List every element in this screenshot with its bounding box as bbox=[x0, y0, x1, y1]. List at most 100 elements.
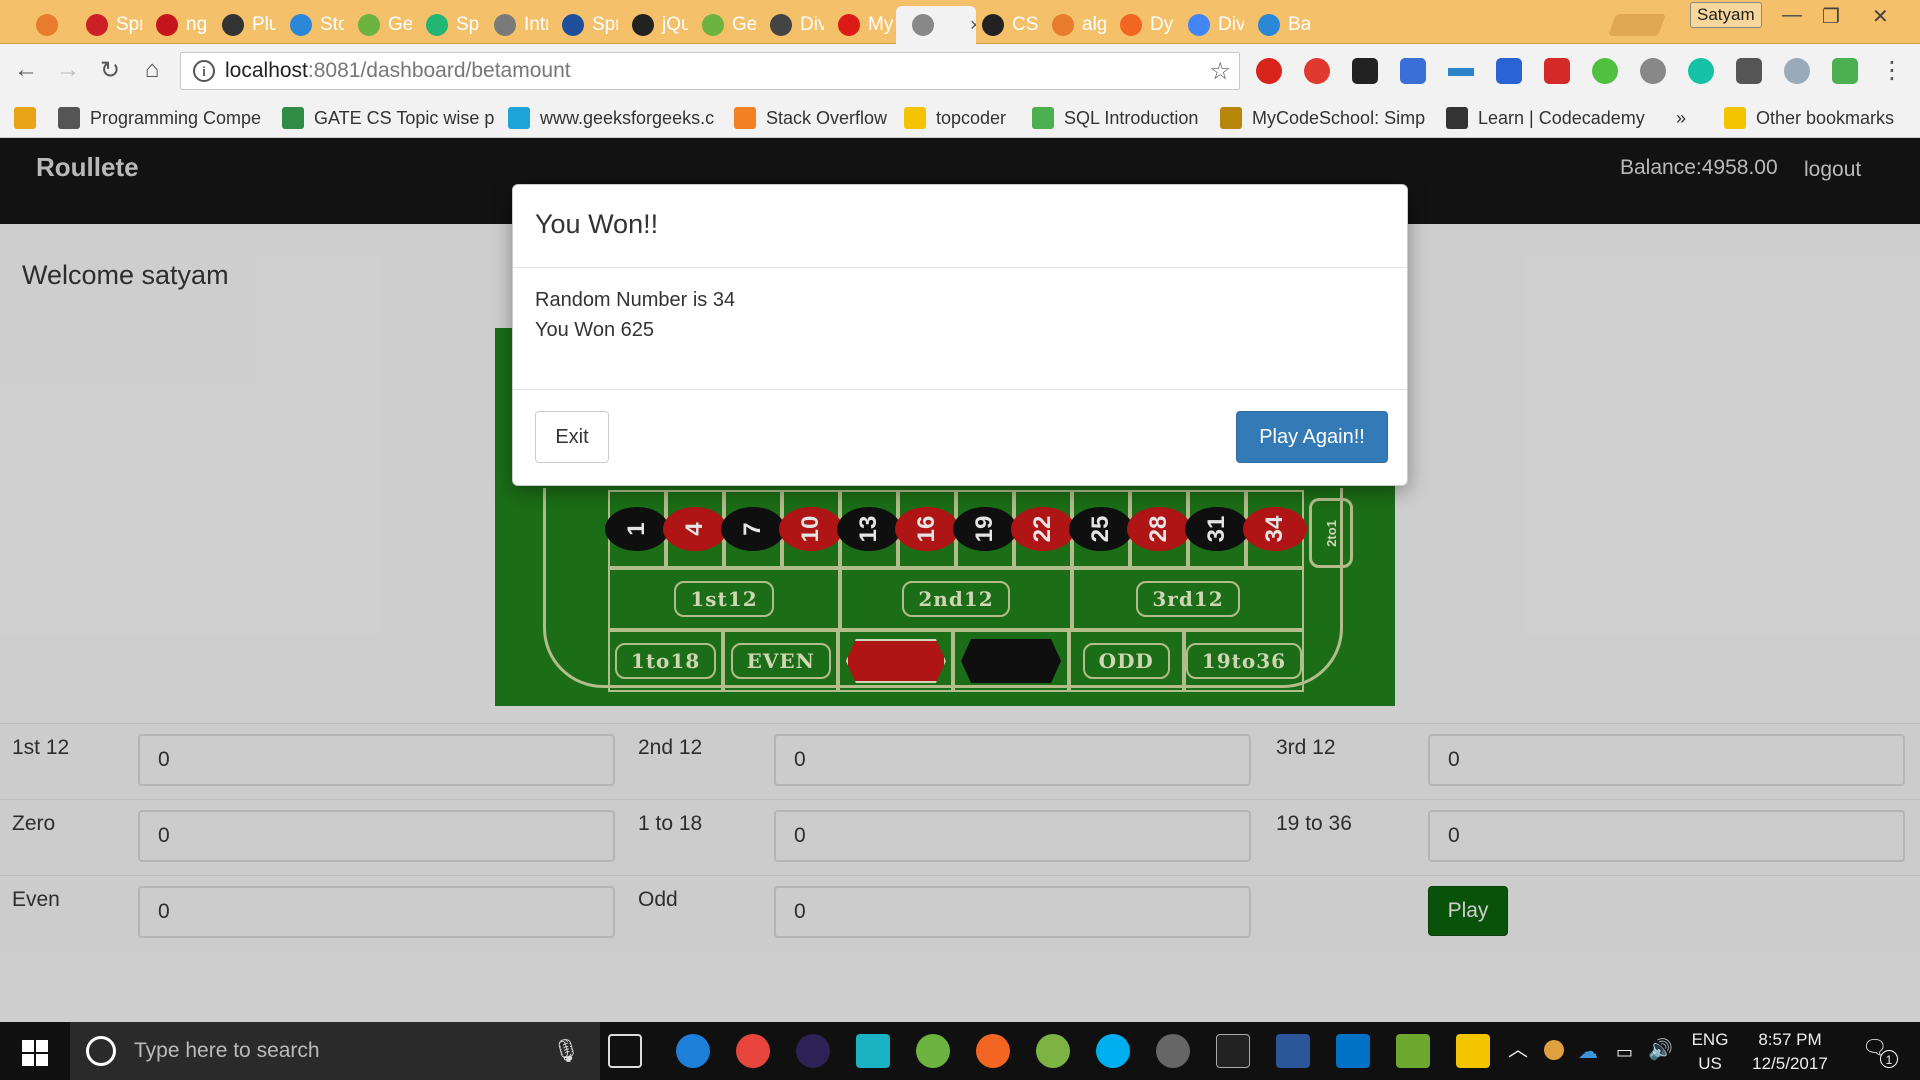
restore-icon[interactable]: ❐ bbox=[1822, 4, 1840, 29]
volume-icon[interactable]: 🔊 bbox=[1648, 1038, 1673, 1062]
n-icon bbox=[156, 14, 178, 36]
play-again-button[interactable]: Play Again!! bbox=[1236, 411, 1388, 463]
bookmark-star-icon[interactable]: ☆ bbox=[1209, 57, 1231, 86]
spring-icon[interactable] bbox=[916, 1034, 950, 1068]
menu-icon[interactable]: ⋮ bbox=[1880, 56, 1904, 85]
w-icon[interactable] bbox=[1592, 58, 1618, 84]
fire-icon bbox=[1120, 14, 1142, 36]
tab-1[interactable]: Spr bbox=[70, 6, 142, 44]
bookmark-1[interactable]: Programming Compe bbox=[58, 104, 261, 132]
outlook-icon[interactable] bbox=[1336, 1034, 1370, 1068]
task-view-icon[interactable] bbox=[608, 1034, 642, 1068]
extension-icon[interactable] bbox=[1352, 58, 1378, 84]
exit-button[interactable]: Exit bbox=[535, 411, 609, 463]
postman-icon[interactable] bbox=[976, 1034, 1010, 1068]
url-text[interactable]: localhost:8081/dashboard/betamount bbox=[225, 59, 571, 83]
clock[interactable]: 8:57 PM 12/5/2017 bbox=[1740, 1028, 1840, 1076]
tab-8[interactable]: Spr bbox=[546, 6, 618, 44]
bookmark-7[interactable]: MyCodeSchool: Simp bbox=[1220, 104, 1425, 132]
address-bar[interactable]: i localhost:8081/dashboard/betamount ☆ bbox=[180, 52, 1240, 90]
bookmark-label: topcoder bbox=[936, 107, 1007, 128]
edge-icon[interactable] bbox=[676, 1034, 710, 1068]
eclipse-icon[interactable] bbox=[796, 1034, 830, 1068]
tab-10[interactable]: Get bbox=[686, 6, 756, 44]
language-indicator[interactable]: ENG US bbox=[1688, 1028, 1732, 1076]
file-explorer-icon[interactable] bbox=[1456, 1034, 1490, 1068]
bookmark-4[interactable]: Stack Overflow bbox=[734, 104, 887, 132]
info-icon[interactable]: i bbox=[193, 60, 215, 82]
tab-15[interactable]: alg bbox=[1036, 6, 1106, 44]
command-icon bbox=[282, 107, 304, 129]
browser-toolbar: ← → ↻ ⌂ i localhost:8081/dashboard/betam… bbox=[0, 44, 1920, 98]
tab-16[interactable]: Dyn bbox=[1104, 6, 1174, 44]
m-icon[interactable] bbox=[1688, 58, 1714, 84]
tab-2[interactable]: ng2 bbox=[140, 6, 208, 44]
windows-start-icon[interactable] bbox=[22, 1040, 48, 1066]
home-icon[interactable]: ⌂ bbox=[136, 54, 168, 86]
tab-9[interactable]: jQu bbox=[616, 6, 688, 44]
wordpress-icon bbox=[290, 14, 312, 36]
reload-icon[interactable]: ↻ bbox=[94, 54, 126, 86]
adblock-icon[interactable] bbox=[1256, 58, 1282, 84]
terminal-icon[interactable] bbox=[1216, 1034, 1250, 1068]
tab-0[interactable] bbox=[20, 6, 72, 44]
forward-icon[interactable]: → bbox=[52, 54, 84, 86]
tab-3[interactable]: Plu bbox=[206, 6, 276, 44]
eye-icon[interactable] bbox=[1784, 58, 1810, 84]
tab-17[interactable]: Div bbox=[1172, 6, 1244, 44]
cortana-icon[interactable] bbox=[86, 1036, 116, 1066]
bookmark-5[interactable]: topcoder bbox=[904, 104, 1006, 132]
close-window-icon[interactable]: ✕ bbox=[1872, 4, 1889, 29]
tray-app-icon[interactable] bbox=[1544, 1040, 1564, 1060]
opera-icon[interactable] bbox=[1304, 58, 1330, 84]
video-icon[interactable] bbox=[1544, 58, 1570, 84]
modal-header-divider bbox=[513, 267, 1407, 268]
chrome-icon[interactable] bbox=[736, 1034, 770, 1068]
tab-7[interactable]: Intr bbox=[478, 6, 548, 44]
briefcase-icon[interactable] bbox=[1736, 58, 1762, 84]
chevron-up-icon[interactable]: ︿ bbox=[1508, 1038, 1528, 1062]
bookmark-3[interactable]: www.geeksforgeeks.c bbox=[508, 104, 714, 132]
tab-label: Spr bbox=[592, 14, 618, 35]
tab-13[interactable]: × bbox=[896, 6, 976, 44]
bookmark-6[interactable]: SQL Introduction bbox=[1032, 104, 1198, 132]
notepad-icon[interactable] bbox=[1396, 1034, 1430, 1068]
back-icon[interactable]: ← bbox=[10, 54, 42, 86]
bookmark-label: Stack Overflow bbox=[766, 107, 888, 128]
image-icon[interactable] bbox=[1832, 58, 1858, 84]
onedrive-icon[interactable]: ☁ bbox=[1578, 1040, 1598, 1064]
wave-icon[interactable] bbox=[1448, 68, 1474, 76]
profile-button[interactable]: Satyam bbox=[1690, 2, 1762, 28]
new-tab-button[interactable] bbox=[1607, 14, 1667, 36]
tab-6[interactable]: Spr bbox=[410, 6, 480, 44]
bookmark-9[interactable]: » bbox=[1676, 104, 1686, 132]
tab-label: Plu bbox=[252, 14, 276, 35]
microphone-icon[interactable]: 🎙 bbox=[552, 1038, 580, 1064]
minimize-icon[interactable]: — bbox=[1782, 4, 1802, 27]
tab-11[interactable]: Div bbox=[754, 6, 824, 44]
bookmark-10[interactable]: Other bookmarks bbox=[1724, 104, 1894, 132]
bookmark-icon[interactable] bbox=[1496, 58, 1522, 84]
settings-icon[interactable] bbox=[1156, 1034, 1190, 1068]
folder-icon bbox=[1724, 107, 1746, 129]
gear-icon[interactable] bbox=[1640, 58, 1666, 84]
tab-5[interactable]: Get bbox=[342, 6, 412, 44]
bookmark-8[interactable]: Learn | Codecademy bbox=[1446, 104, 1645, 132]
bookmark-0[interactable] bbox=[14, 104, 46, 132]
tab-14[interactable]: CSS bbox=[966, 6, 1038, 44]
random-number-text: Random Number is 34 bbox=[535, 289, 736, 311]
word-icon[interactable] bbox=[1276, 1034, 1310, 1068]
android-studio-icon[interactable] bbox=[1036, 1034, 1070, 1068]
skype-icon[interactable] bbox=[1096, 1034, 1130, 1068]
taskbar-search[interactable]: Type here to search 🎙 bbox=[70, 1022, 600, 1080]
webstorm-icon[interactable] bbox=[856, 1034, 890, 1068]
tab-12[interactable]: My bbox=[822, 6, 898, 44]
lang-top: ENG bbox=[1691, 1030, 1729, 1049]
battery-icon[interactable]: ▭ bbox=[1616, 1040, 1633, 1064]
puzzle-icon[interactable] bbox=[1400, 58, 1426, 84]
tab-18[interactable]: Bal bbox=[1242, 6, 1310, 44]
bookmark-2[interactable]: GATE CS Topic wise p bbox=[282, 104, 494, 132]
tab-4[interactable]: Sto bbox=[274, 6, 344, 44]
tab-label: Spr bbox=[116, 14, 142, 35]
bookmark-label: Learn | Codecademy bbox=[1478, 107, 1645, 128]
